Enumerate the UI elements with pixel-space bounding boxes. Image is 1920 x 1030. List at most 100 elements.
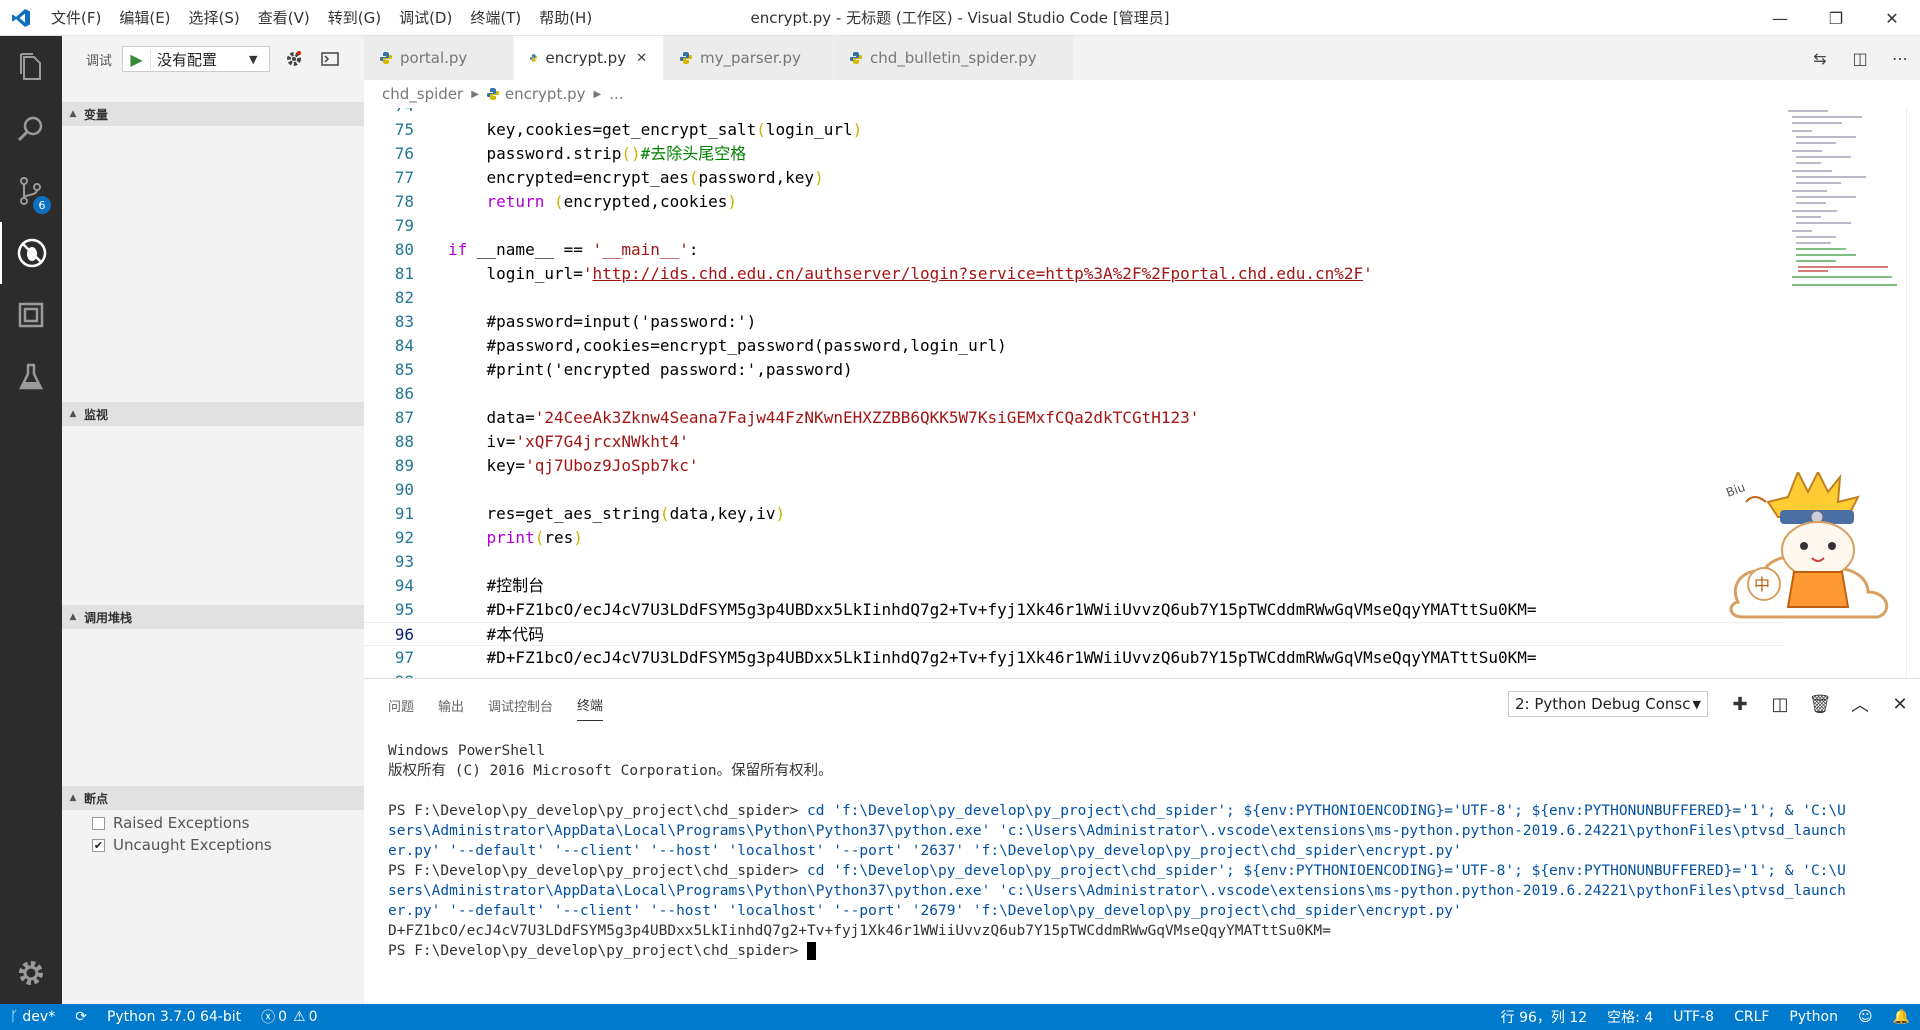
tab-chd-bulletin-spider-py[interactable]: chd_bulletin_spider.py	[834, 36, 1074, 80]
notifications-bell-icon[interactable]: 🔔	[1883, 1009, 1920, 1025]
url-link[interactable]: http://ids.chd.edu.cn/authserver/login?s…	[593, 264, 1364, 283]
variables-section-header[interactable]: ▲ 变量	[62, 102, 364, 126]
debug-label: 调试	[86, 53, 113, 69]
extensions-icon[interactable]	[0, 284, 62, 346]
tab-output[interactable]: 输出	[438, 690, 464, 721]
editor-scrollbar[interactable]	[1906, 108, 1920, 678]
code-text: res=get_aes_string(data,key,iv)	[448, 504, 786, 523]
code-editor[interactable]: 74 75 key,cookies=get_encrypt_salt(login…	[364, 108, 1920, 678]
debug-icon[interactable]	[0, 222, 62, 284]
code-text: #print('encrypted password:',password)	[448, 360, 853, 379]
line-number: 98	[364, 670, 414, 678]
maximize-button[interactable]: ❐	[1808, 0, 1864, 36]
debug-console-icon[interactable]	[318, 47, 342, 71]
chevron-right-icon: ▶	[593, 88, 602, 100]
python-interpreter[interactable]: Python 3.7.0 64-bit	[97, 1009, 251, 1025]
code-line: 79	[364, 214, 1784, 238]
menu-file[interactable]: 文件(F)	[42, 0, 110, 36]
breadcrumb-file[interactable]: encrypt.py	[505, 85, 586, 103]
problems-indicator[interactable]: ⓧ 0 ⚠ 0	[251, 1007, 327, 1027]
settings-gear-icon[interactable]	[0, 942, 62, 1004]
line-number: 86	[394, 384, 414, 403]
menu-help[interactable]: 帮助(H)	[530, 0, 601, 36]
code-text: login_url='http://ids.chd.edu.cn/authser…	[448, 264, 1373, 283]
open-changes-icon[interactable]: ⇆	[1800, 49, 1840, 68]
menu-go[interactable]: 转到(G)	[319, 0, 390, 36]
code-line: 92 print(res)	[364, 526, 1784, 550]
tab-label: encrypt.py	[545, 49, 627, 67]
menu-view[interactable]: 查看(V)	[249, 0, 319, 36]
language-mode[interactable]: Python	[1779, 1009, 1848, 1025]
line-number: 76	[394, 144, 414, 163]
close-panel-icon[interactable]: ✕	[1880, 694, 1920, 715]
tab-encrypt-py[interactable]: encrypt.py ✕	[514, 36, 664, 80]
maximize-panel-icon[interactable]: ︿	[1840, 691, 1880, 717]
callstack-section-header[interactable]: ▲ 调用堆栈	[62, 605, 364, 629]
breadcrumb: chd_spider ▶ encrypt.py ▶ ...	[364, 80, 1920, 108]
tab-problems[interactable]: 问题	[388, 690, 414, 721]
feedback-smiley-icon[interactable]: ☺	[1848, 1009, 1883, 1025]
breadcrumb-symbol[interactable]: ...	[609, 85, 623, 103]
tab-debug-console[interactable]: 调试控制台	[488, 690, 553, 721]
split-terminal-icon[interactable]: ◫	[1760, 694, 1800, 715]
new-terminal-icon[interactable]: ✚	[1720, 694, 1760, 715]
tab-label: my_parser.py	[700, 49, 801, 67]
breadcrumb-folder[interactable]: chd_spider	[382, 85, 463, 103]
code-line: 93	[364, 550, 1784, 574]
explorer-icon[interactable]	[0, 36, 62, 98]
close-tab-icon[interactable]: ✕	[636, 51, 647, 66]
debug-config-select[interactable]: ▶ 没有配置 ▼	[122, 46, 271, 72]
breakpoint-uncaught-exceptions[interactable]: ✔ Uncaught Exceptions	[92, 836, 272, 854]
search-icon[interactable]	[0, 98, 62, 160]
code-text: data='24CeeAk3Zknw4Seana7Fajw44FzNKwnEHX…	[448, 408, 1200, 427]
tab-terminal[interactable]: 终端	[577, 689, 604, 721]
test-flask-icon[interactable]	[0, 346, 62, 408]
watch-title: 监视	[84, 407, 109, 422]
line-number: 93	[394, 552, 414, 571]
uncaught-exceptions-checkbox[interactable]: ✔	[92, 838, 105, 852]
mascot-biu: Biu	[1724, 480, 1747, 500]
source-control-icon[interactable]: 6	[0, 160, 62, 222]
start-debugging-icon[interactable]: ▶	[123, 49, 152, 69]
menu-edit[interactable]: 编辑(E)	[110, 0, 179, 36]
line-number: 87	[394, 408, 414, 427]
kill-terminal-icon[interactable]: 🗑	[1800, 694, 1840, 715]
close-window-button[interactable]: ✕	[1864, 0, 1920, 36]
code-text: key,cookies=get_encrypt_salt(login_url)	[448, 120, 863, 139]
indentation[interactable]: 空格: 4	[1597, 1007, 1663, 1027]
sync-icon[interactable]: ⟳	[65, 1009, 97, 1025]
breakpoints-section-header[interactable]: ▲ 断点	[62, 786, 364, 810]
cursor-position[interactable]: 行 96，列 12	[1491, 1007, 1598, 1027]
watch-section-header[interactable]: ▲ 监视	[62, 402, 364, 426]
code-text: #password,cookies=encrypt_password(passw…	[448, 336, 1007, 355]
more-actions-icon[interactable]: ⋯	[1880, 49, 1920, 68]
line-number: 90	[394, 480, 414, 499]
debug-settings-gear-icon[interactable]	[282, 47, 306, 71]
line-number: 83	[394, 312, 414, 331]
code-line: 81 login_url='http://ids.chd.edu.cn/auth…	[364, 262, 1784, 286]
code-text: #D+FZ1bcO/ecJ4cV7U3LDdFSYM5g3p4UBDxx5LkI…	[448, 600, 1537, 619]
code-line: 75 key,cookies=get_encrypt_salt(login_ur…	[364, 118, 1784, 142]
minimize-button[interactable]: —	[1752, 0, 1808, 36]
file-encoding[interactable]: UTF-8	[1663, 1009, 1724, 1025]
scm-badge: 6	[33, 196, 51, 214]
code-line: 87 data='24CeeAk3Zknw4Seana7Fajw44FzNKwn…	[364, 406, 1784, 430]
terminal-select[interactable]: 2: Python Debug Consc ▼	[1508, 691, 1708, 717]
debug-sidebar: 调试 ▶ 没有配置 ▼ ▲ 变量 ▲ 监视 ▲ 调用堆栈 ▲ 断点 Raised Exc…	[62, 36, 364, 1004]
menu-debug[interactable]: 调试(D)	[390, 0, 461, 36]
debug-config-name: 没有配置	[157, 50, 218, 69]
tab-portal-py[interactable]: portal.py	[364, 36, 514, 80]
raised-exceptions-checkbox[interactable]	[92, 816, 105, 830]
breakpoint-raised-exceptions[interactable]: Raised Exceptions	[92, 814, 249, 832]
tab-my-parser-py[interactable]: my_parser.py	[664, 36, 834, 80]
menu-selection[interactable]: 选择(S)	[180, 0, 249, 36]
minimap[interactable]	[1788, 108, 1898, 308]
terminal-line: D+FZ1bcO/ecJ4cV7U3LDdFSYM5g3p4UBDxx5LkIi…	[388, 923, 1331, 939]
code-line: 83 #password=input('password:')	[364, 310, 1784, 334]
split-editor-icon[interactable]: ◫	[1840, 49, 1880, 68]
git-branch[interactable]: ᚴ dev*	[0, 1009, 65, 1025]
terminal-line: er.py' '--default' '--client' '--host' '…	[388, 843, 1462, 859]
end-of-line[interactable]: CRLF	[1724, 1009, 1779, 1025]
menu-terminal[interactable]: 终端(T)	[461, 0, 530, 36]
terminal-output[interactable]: Windows PowerShell 版权所有 (C) 2016 Microso…	[388, 741, 1908, 961]
